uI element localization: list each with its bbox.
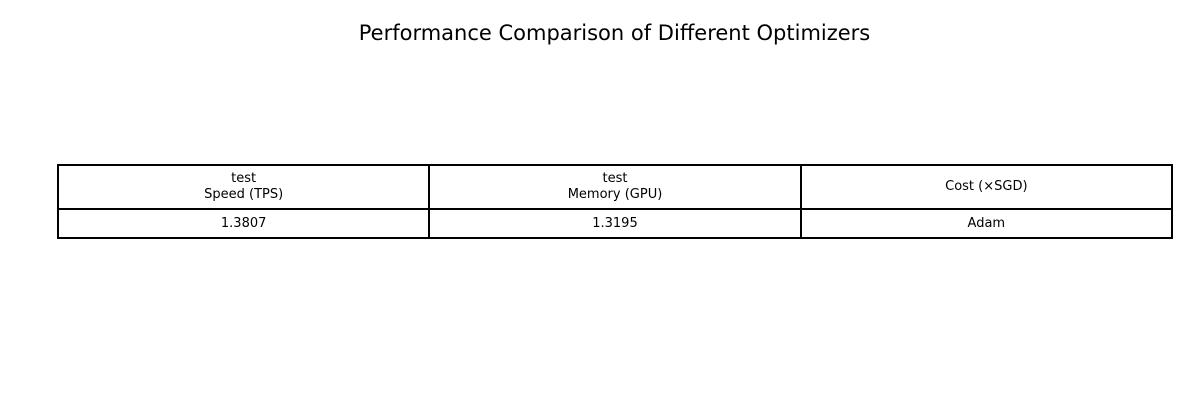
column-header-line: Memory (GPU) xyxy=(567,187,663,202)
table-cell: 1.3195 xyxy=(428,208,802,239)
column-header-cost: Cost (×SGD) xyxy=(799,164,1174,210)
column-header-line: test xyxy=(602,171,628,186)
column-header-line: test xyxy=(231,171,257,186)
column-header-speed: test Speed (TPS) xyxy=(56,164,431,210)
table-cell: 1.3807 xyxy=(56,208,431,239)
chart-title: Performance Comparison of Different Opti… xyxy=(358,21,871,45)
data-table: test Speed (TPS) test Memory (GPU) Cost … xyxy=(56,164,1174,239)
table-header-row: test Speed (TPS) test Memory (GPU) Cost … xyxy=(56,164,1174,210)
column-header-memory: test Memory (GPU) xyxy=(428,164,802,210)
column-header-line: Speed (TPS) xyxy=(204,187,284,202)
table-cell: Adam xyxy=(799,208,1174,239)
column-header-line: Cost (×SGD) xyxy=(945,179,1028,194)
table-row: 1.3807 1.3195 Adam xyxy=(56,208,1174,239)
